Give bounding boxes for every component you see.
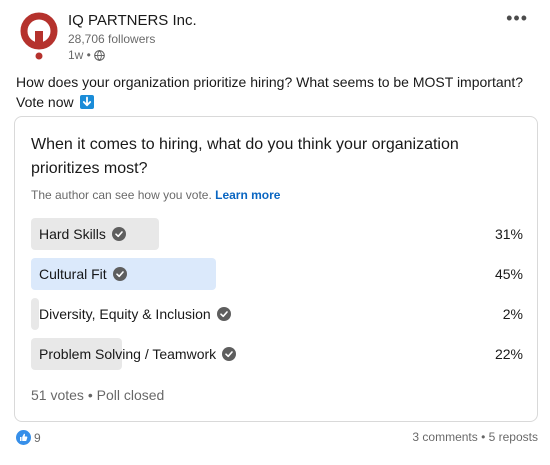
poll-note: The author can see how you vote. Learn m… [31, 188, 280, 202]
post-header: IQ PARTNERS Inc. 28,706 followers 1w • •… [16, 8, 536, 66]
check-circle-icon [216, 307, 231, 321]
poll-question: When it comes to hiring, what do you thi… [31, 136, 459, 177]
poll-option-problem-solving[interactable]: Problem Solving / Teamwork 22% [31, 338, 523, 370]
comment-repost-counts[interactable]: 3 comments • 5 reposts [412, 430, 538, 444]
poll-option-cultural-fit[interactable]: Cultural Fit 45% [31, 258, 523, 290]
company-name[interactable]: IQ PARTNERS Inc. [68, 12, 197, 29]
poll-option-label: Diversity, Equity & Inclusion [39, 298, 231, 330]
poll-status: 51 votes • Poll closed [31, 387, 165, 403]
poll-option-text: Diversity, Equity & Inclusion [39, 306, 211, 322]
poll-option-dei[interactable]: Diversity, Equity & Inclusion 2% [31, 298, 523, 330]
globe-icon [94, 49, 105, 61]
post-body: How does your organization prioritize hi… [16, 72, 536, 112]
thumbs-up-icon [16, 430, 31, 445]
poll-option-percent: 2% [502, 306, 523, 322]
company-logo[interactable] [18, 12, 60, 60]
reactions[interactable]: 9 [16, 430, 41, 445]
learn-more-link[interactable]: Learn more [215, 188, 280, 202]
poll-option-text: Problem Solving / Teamwork [39, 346, 217, 362]
post-time-label: 1w • [68, 48, 91, 62]
reaction-count: 9 [34, 430, 41, 445]
poll-card: When it comes to hiring, what do you thi… [14, 116, 538, 422]
check-circle-icon [112, 267, 127, 281]
poll-option-hard-skills[interactable]: Hard Skills 31% [31, 218, 523, 250]
poll-option-percent: 45% [494, 266, 523, 282]
post-time: 1w • [68, 48, 105, 62]
check-circle-icon [222, 347, 237, 361]
poll-note-text: The author can see how you vote. [31, 188, 212, 202]
poll-option-percent: 31% [494, 226, 523, 242]
follower-count: 28,706 followers [68, 32, 156, 46]
poll-option-label: Hard Skills [39, 218, 126, 250]
poll-option-bar [31, 298, 39, 330]
poll-option-text: Cultural Fit [39, 266, 107, 282]
poll-option-text: Hard Skills [39, 226, 106, 242]
social-counts: 9 3 comments • 5 reposts [16, 430, 538, 450]
more-options-icon[interactable]: ••• [506, 8, 528, 29]
poll-option-label: Problem Solving / Teamwork [39, 338, 237, 370]
check-circle-icon [111, 227, 126, 241]
down-arrow-icon [79, 95, 94, 109]
poll-option-label: Cultural Fit [39, 258, 127, 290]
poll-option-percent: 22% [494, 346, 523, 362]
